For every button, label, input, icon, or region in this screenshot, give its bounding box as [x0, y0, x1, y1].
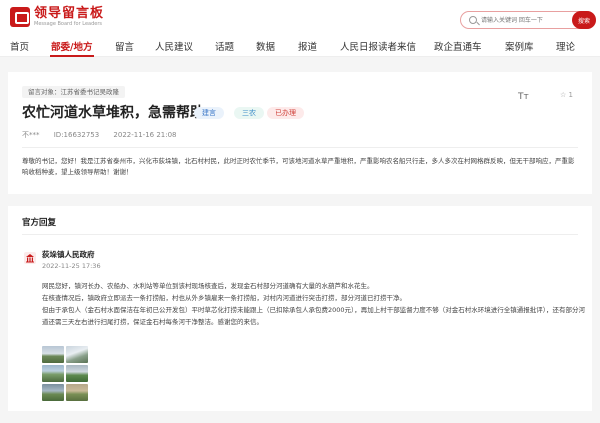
nav-item-enterprise[interactable]: 政企直通车	[434, 39, 482, 53]
nav-item-theory[interactable]: 理论	[556, 39, 575, 53]
message-title: 农忙河道水草堆积，急需帮助	[22, 105, 204, 121]
nav-item-cases[interactable]: 案例库	[505, 39, 534, 53]
main-nav: 首页 部委/地方 留言 人民建议 话题 数据 报道 人民日报读者来信 政企直通车…	[0, 35, 600, 57]
message-id: ID:16632753	[53, 131, 100, 139]
badge-category[interactable]: 三农	[234, 107, 264, 119]
photo-thumbnail[interactable]	[42, 365, 64, 382]
reply-paragraph: 但由于承包人（金石村水面保洁在年初已公开发包）平时草芯化打捞未能跟上（已扣除承包…	[42, 306, 586, 326]
reply-date: 2022-11-25 17:36	[42, 262, 101, 270]
reply-org-name: 荻垛镇人民政府	[42, 250, 95, 259]
nav-item-suggestions[interactable]: 人民建议	[155, 39, 193, 53]
message-target[interactable]: 留言对象：江苏省委书记吴政隆	[22, 86, 125, 98]
message-card: 留言对象：江苏省委书记吴政隆 农忙河道水草堆积，急需帮助 建言 三农 已办理 T…	[8, 72, 592, 194]
nav-item-data[interactable]: 数据	[256, 39, 275, 53]
government-building-icon	[24, 252, 36, 264]
like-count: 1	[568, 91, 573, 99]
message-content: 尊敬的书记，您好！我是江苏省泰州市，兴化市荻垛镇，北石村村民，此时正时农忙季节，…	[22, 157, 575, 176]
nav-active-indicator	[50, 55, 94, 57]
search-button[interactable]: 搜索	[572, 11, 596, 29]
photo-thumbnail[interactable]	[66, 346, 88, 363]
nav-item-topics[interactable]: 话题	[215, 39, 234, 53]
photo-thumbnail[interactable]	[66, 365, 88, 382]
top-bar: 领导留言板 Message Board for Leaders 搜索	[0, 0, 600, 35]
logo-subtitle: Message Board for Leaders	[34, 21, 103, 27]
message-datetime: 2022-11-16 21:08	[113, 131, 177, 139]
like-button[interactable]: ☆ 1	[560, 91, 573, 99]
photo-thumbnail[interactable]	[42, 384, 64, 401]
photo-thumbnail[interactable]	[42, 346, 64, 363]
message-meta: 不*** ID:16632753 2022-11-16 21:08	[22, 130, 189, 140]
search-icon	[469, 16, 477, 24]
divider	[22, 147, 578, 148]
search-input[interactable]	[481, 13, 571, 27]
search-box: 搜索	[460, 11, 596, 29]
nav-item-home[interactable]: 首页	[10, 39, 29, 53]
logo-icon	[10, 7, 30, 27]
status-badge: 已办理	[267, 107, 304, 119]
reply-content: 网民您好，镇河长办、农船办、水利站等单位到该村现场核查后，发现金石村部分河道确有…	[42, 280, 588, 328]
font-size-toggle[interactable]: Tт	[518, 92, 529, 102]
nav-item-messages[interactable]: 留言	[115, 39, 134, 53]
site-logo[interactable]: 领导留言板 Message Board for Leaders	[10, 7, 104, 27]
reply-image-gallery	[42, 346, 88, 401]
logo-title: 领导留言板	[34, 6, 105, 21]
nav-item-ministries[interactable]: 部委/地方	[51, 39, 92, 53]
divider	[22, 234, 578, 235]
nav-item-letters[interactable]: 人民日报读者来信	[340, 39, 416, 53]
reply-card: 官方回复 荻垛镇人民政府 2022-11-25 17:36 网民您好，镇河长办、…	[8, 206, 592, 411]
author-name: 不***	[22, 131, 40, 139]
nav-item-reports[interactable]: 报道	[298, 39, 317, 53]
photo-thumbnail[interactable]	[66, 384, 88, 401]
badge-type[interactable]: 建言	[194, 107, 224, 119]
reply-paragraph: 在核查情况后，镇政府立即派去一条打捞船，村也从外乡镇雇来一条打捞船，对村内河道进…	[42, 294, 406, 302]
reply-paragraph: 网民您好，镇河长办、农船办、水利站等单位到该村现场核查后，发现金石村部分河道确有…	[42, 282, 374, 290]
reply-section-title: 官方回复	[22, 218, 57, 228]
thumbs-up-icon: ☆	[560, 91, 567, 99]
